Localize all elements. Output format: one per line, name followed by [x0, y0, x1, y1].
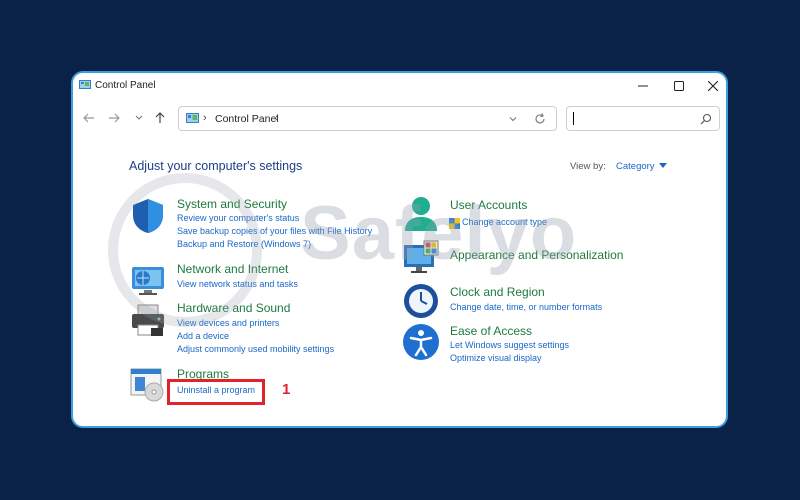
breadcrumb-chevron-icon[interactable]: › [275, 112, 279, 124]
minimize-button[interactable] [628, 76, 658, 96]
watermark-logo-icon [108, 173, 262, 327]
control-panel-icon [79, 80, 91, 89]
link-add-device[interactable]: Add a device [177, 331, 229, 341]
text-caret [573, 112, 574, 125]
search-box[interactable] [566, 106, 720, 131]
refresh-icon[interactable] [533, 112, 547, 126]
link-mobility-settings[interactable]: Adjust commonly used mobility settings [177, 344, 334, 354]
view-by-label: View by: [570, 161, 606, 172]
maximize-button[interactable] [664, 76, 694, 96]
category-clock-and-region[interactable]: Clock and Region [450, 285, 545, 299]
address-bar[interactable]: › Control Panel › [178, 106, 557, 131]
close-icon [708, 81, 718, 91]
breadcrumb-separator-icon: › [203, 112, 207, 124]
minimize-icon [638, 85, 648, 87]
watermark-text: Safelyo [300, 191, 578, 276]
search-icon[interactable] [700, 113, 712, 125]
window-title: Control Panel [95, 80, 156, 91]
breadcrumb-control-panel[interactable]: Control Panel [215, 113, 279, 125]
back-button[interactable] [80, 109, 98, 127]
control-panel-icon [186, 113, 199, 123]
forward-button[interactable] [105, 109, 123, 127]
category-ease-of-access[interactable]: Ease of Access [450, 324, 532, 338]
link-change-date-formats[interactable]: Change date, time, or number formats [450, 302, 602, 312]
view-by-dropdown[interactable]: Category [616, 161, 655, 172]
close-button[interactable] [698, 76, 726, 96]
link-optimize-visual-display[interactable]: Optimize visual display [450, 353, 542, 363]
recent-locations-button[interactable] [130, 109, 148, 127]
arrow-left-icon [83, 113, 94, 123]
accessibility-icon[interactable] [402, 323, 440, 361]
clock-globe-icon[interactable] [402, 281, 440, 319]
up-button[interactable] [151, 109, 169, 127]
step-number-label: 1 [282, 381, 291, 398]
caret-down-icon[interactable] [659, 163, 667, 169]
programs-icon[interactable] [129, 365, 167, 403]
chevron-down-icon [135, 115, 143, 120]
title-bar: Control Panel [73, 73, 726, 99]
arrow-up-icon [155, 112, 165, 123]
navigation-bar: › Control Panel › [73, 101, 726, 137]
uninstall-highlight-box [167, 379, 265, 405]
arrow-right-icon [109, 113, 120, 123]
address-dropdown-icon[interactable] [507, 113, 519, 125]
link-windows-suggest-settings[interactable]: Let Windows suggest settings [450, 340, 569, 350]
maximize-icon [674, 81, 684, 91]
